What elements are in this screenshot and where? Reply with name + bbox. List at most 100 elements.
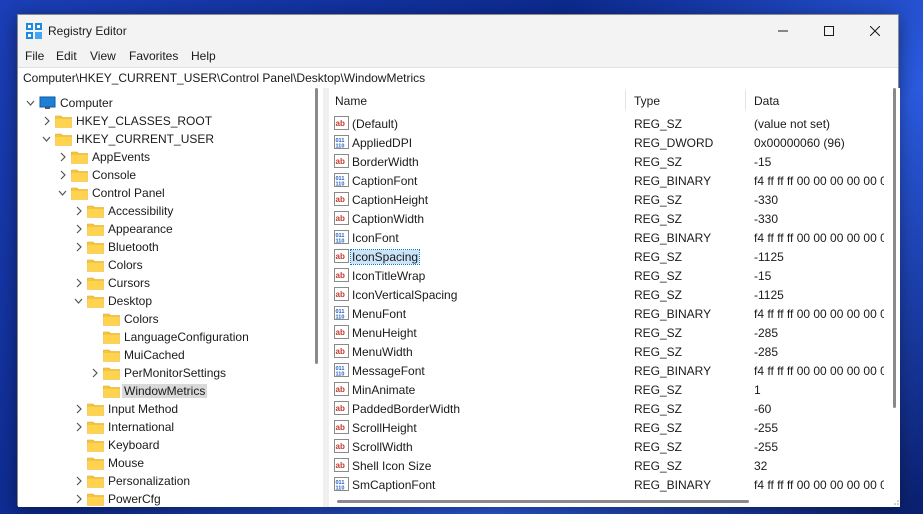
tree-item[interactable]: Desktop (18, 292, 311, 310)
value-row[interactable]: 011 110 SmCaptionFont REG_BINARY f4 ff ff ff… (329, 475, 889, 494)
chevron-right-icon[interactable] (58, 170, 67, 180)
value-row[interactable]: ab CaptionWidth REG_SZ -330 (329, 209, 889, 228)
value-row[interactable]: ab MenuWidth REG_SZ -285 (329, 342, 889, 361)
chevron-down-icon[interactable] (74, 296, 83, 306)
value-type: REG_BINARY (634, 364, 712, 378)
value-name: IconTitleWrap (352, 269, 426, 283)
tree-item[interactable]: Colors (18, 310, 311, 328)
svg-text:ab: ab (336, 385, 345, 394)
chevron-right-icon[interactable] (74, 206, 83, 216)
value-row[interactable]: ab MinAnimate REG_SZ 1 (329, 380, 889, 399)
chevron-right-icon[interactable] (74, 404, 83, 414)
tree-item[interactable]: PowerCfg (18, 490, 311, 507)
tree-item-label: Keyboard (108, 438, 160, 452)
value-row[interactable]: 011 110 CaptionFont REG_BINARY f4 ff ff ff 0… (329, 171, 889, 190)
value-row[interactable]: ab ScrollWidth REG_SZ -255 (329, 437, 889, 456)
value-row[interactable]: 011 110 MessageFont REG_BINARY f4 ff ff ff 0… (329, 361, 889, 380)
tree-item[interactable]: HKEY_CURRENT_USER (18, 130, 311, 148)
list-horizontal-scrollbar[interactable] (329, 493, 889, 507)
tree-vertical-scrollbar[interactable] (311, 88, 323, 507)
menu-favorites[interactable]: Favorites (129, 49, 178, 63)
tree-item[interactable]: International (18, 418, 311, 436)
svg-text:ab: ab (336, 271, 345, 280)
folder-icon (55, 115, 72, 128)
menu-edit[interactable]: Edit (56, 49, 77, 63)
value-row[interactable]: 011 110 IconFont REG_BINARY f4 ff ff ff 00 0… (329, 228, 889, 247)
menu-help[interactable]: Help (191, 49, 216, 63)
tree-item[interactable]: Bluetooth (18, 238, 311, 256)
value-row[interactable]: ab MenuHeight REG_SZ -285 (329, 323, 889, 342)
title-bar[interactable]: Registry Editor (18, 15, 898, 47)
value-row[interactable]: ab Shell Icon Size REG_SZ 32 (329, 456, 889, 475)
value-row[interactable]: ab BorderWidth REG_SZ -15 (329, 152, 889, 171)
maximize-icon (824, 26, 834, 36)
value-data: f4 ff ff ff 00 00 00 00 00 00 (754, 307, 884, 321)
tree-item[interactable]: PerMonitorSettings (18, 364, 311, 382)
tree-item[interactable]: Accessibility (18, 202, 311, 220)
minimize-button[interactable] (760, 15, 806, 47)
registry-editor-icon (26, 23, 42, 39)
value-row[interactable]: ab IconTitleWrap REG_SZ -15 (329, 266, 889, 285)
chevron-right-icon[interactable] (74, 242, 83, 252)
tree-item[interactable]: Personalization (18, 472, 311, 490)
resize-grip-icon[interactable] (889, 493, 900, 507)
value-row[interactable]: 011 110 MenuFont REG_BINARY f4 ff ff ff 00 0… (329, 304, 889, 323)
chevron-down-icon[interactable] (26, 98, 35, 108)
chevron-right-icon[interactable] (42, 116, 51, 126)
list-vertical-scrollbar[interactable] (889, 88, 900, 493)
menu-view[interactable]: View (90, 49, 116, 63)
tree-item[interactable]: LanguageConfiguration (18, 328, 311, 346)
chevron-right-icon[interactable] (58, 152, 67, 162)
tree-item[interactable]: Control Panel (18, 184, 311, 202)
chevron-down-icon[interactable] (58, 188, 67, 198)
tree-item[interactable]: Cursors (18, 274, 311, 292)
menu-file[interactable]: File (25, 49, 44, 63)
chevron-right-icon[interactable] (74, 278, 83, 288)
tree-item[interactable]: AppEvents (18, 148, 311, 166)
tree-item[interactable]: Console (18, 166, 311, 184)
maximize-button[interactable] (806, 15, 852, 47)
tree-item[interactable]: Keyboard (18, 436, 311, 454)
value-row[interactable]: 011 110 AppliedDPI REG_DWORD 0x00000060 (96) (329, 133, 889, 152)
tree-item[interactable]: Mouse (18, 454, 311, 472)
chevron-down-icon[interactable] (42, 134, 51, 144)
value-row[interactable]: ab ScrollHeight REG_SZ -255 (329, 418, 889, 437)
folder-icon (87, 475, 104, 488)
column-header-type[interactable]: Type (634, 94, 660, 108)
value-row[interactable]: ab (Default) REG_SZ (value not set) (329, 114, 889, 133)
address-bar[interactable]: Computer\HKEY_CURRENT_USER\Control Panel… (18, 67, 898, 89)
tree-item[interactable]: WindowMetrics (18, 382, 311, 400)
column-separator[interactable] (745, 90, 746, 110)
value-row[interactable]: ab PaddedBorderWidth REG_SZ -60 (329, 399, 889, 418)
column-header-name[interactable]: Name (335, 94, 367, 108)
value-row[interactable]: ab CaptionHeight REG_SZ -330 (329, 190, 889, 209)
value-data: -255 (754, 421, 779, 435)
tree-item[interactable]: Computer (18, 94, 311, 112)
value-data: f4 ff ff ff 00 00 00 00 00 00 (754, 478, 884, 492)
close-button[interactable] (852, 15, 898, 47)
list-hscrollbar-thumb[interactable] (337, 500, 749, 503)
tree-item[interactable]: Appearance (18, 220, 311, 238)
value-row[interactable]: ab IconVerticalSpacing REG_SZ -1125 (329, 285, 889, 304)
address-path[interactable]: Computer\HKEY_CURRENT_USER\Control Panel… (23, 71, 425, 85)
column-separator[interactable] (625, 90, 626, 110)
svg-text:ab: ab (336, 461, 345, 470)
chevron-right-icon[interactable] (74, 422, 83, 432)
tree-item[interactable]: HKEY_CLASSES_ROOT (18, 112, 311, 130)
column-header-data[interactable]: Data (754, 94, 779, 108)
chevron-right-icon[interactable] (74, 476, 83, 486)
chevron-right-icon[interactable] (90, 368, 99, 378)
list-scrollbar-thumb[interactable] (893, 88, 896, 408)
tree-item[interactable]: MuiCached (18, 346, 311, 364)
tree-item[interactable]: Colors (18, 256, 311, 274)
value-name: MenuHeight (352, 326, 417, 340)
chevron-right-icon[interactable] (74, 494, 83, 504)
value-data: 0x00000060 (96) (754, 136, 845, 150)
value-row[interactable]: ab IconSpacing REG_SZ -1125 (329, 247, 889, 266)
tree-item-label: International (108, 420, 175, 434)
tree-scrollbar-thumb[interactable] (315, 88, 318, 364)
tree-item[interactable]: Input Method (18, 400, 311, 418)
minimize-icon (778, 30, 788, 32)
svg-text:110: 110 (336, 239, 345, 245)
chevron-right-icon[interactable] (74, 224, 83, 234)
